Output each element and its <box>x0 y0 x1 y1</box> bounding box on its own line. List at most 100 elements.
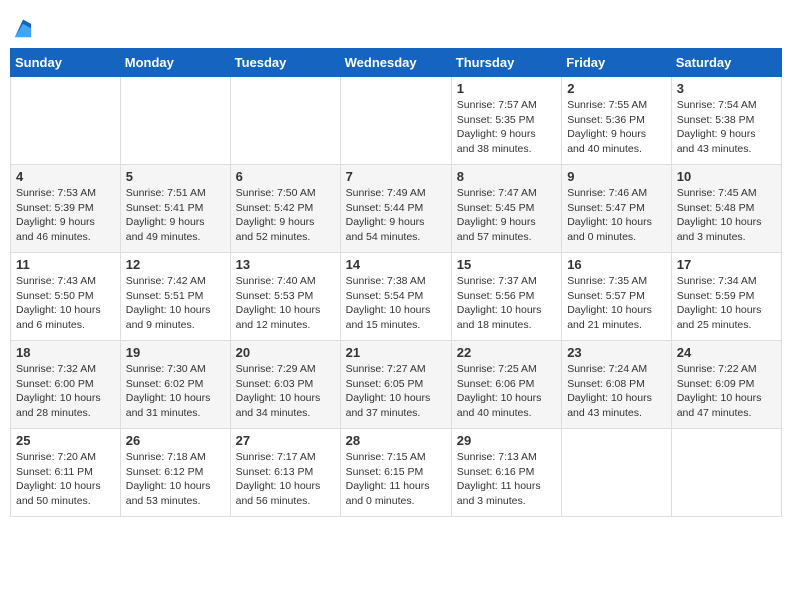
day-cell <box>671 429 781 517</box>
day-number: 26 <box>126 433 225 448</box>
day-info: Sunrise: 7:27 AM Sunset: 6:05 PM Dayligh… <box>346 362 446 421</box>
day-cell <box>340 77 451 165</box>
day-number: 24 <box>677 345 776 360</box>
week-row-2: 4 Sunrise: 7:53 AM Sunset: 5:39 PM Daylig… <box>11 165 782 253</box>
day-cell: 14 Sunrise: 7:38 AM Sunset: 5:54 PM Dayli… <box>340 253 451 341</box>
day-cell: 2 Sunrise: 7:55 AM Sunset: 5:36 PM Daylig… <box>562 77 672 165</box>
week-row-3: 11 Sunrise: 7:43 AM Sunset: 5:50 PM Dayli… <box>11 253 782 341</box>
day-cell: 5 Sunrise: 7:51 AM Sunset: 5:41 PM Daylig… <box>120 165 230 253</box>
day-cell <box>230 77 340 165</box>
day-number: 23 <box>567 345 666 360</box>
day-number: 14 <box>346 257 446 272</box>
header-cell-saturday: Saturday <box>671 49 781 77</box>
day-cell: 8 Sunrise: 7:47 AM Sunset: 5:45 PM Daylig… <box>451 165 561 253</box>
day-info: Sunrise: 7:13 AM Sunset: 6:16 PM Dayligh… <box>457 450 556 509</box>
day-cell: 29Sunrise: 7:13 AM Sunset: 6:16 PM Dayli… <box>451 429 561 517</box>
day-info: Sunrise: 7:47 AM Sunset: 5:45 PM Dayligh… <box>457 186 556 245</box>
day-info: Sunrise: 7:57 AM Sunset: 5:35 PM Dayligh… <box>457 98 556 157</box>
day-number: 2 <box>567 81 666 96</box>
day-cell <box>120 77 230 165</box>
header-row: SundayMondayTuesdayWednesdayThursdayFrid… <box>11 49 782 77</box>
day-info: Sunrise: 7:42 AM Sunset: 5:51 PM Dayligh… <box>126 274 225 333</box>
day-number: 27 <box>236 433 335 448</box>
day-number: 16 <box>567 257 666 272</box>
day-number: 6 <box>236 169 335 184</box>
day-cell: 21 Sunrise: 7:27 AM Sunset: 6:05 PM Dayli… <box>340 341 451 429</box>
day-number: 10 <box>677 169 776 184</box>
day-number: 7 <box>346 169 446 184</box>
day-cell: 17Sunrise: 7:34 AM Sunset: 5:59 PM Dayli… <box>671 253 781 341</box>
day-number: 1 <box>457 81 556 96</box>
day-number: 28 <box>346 433 446 448</box>
day-cell: 16 Sunrise: 7:35 AM Sunset: 5:57 PM Dayli… <box>562 253 672 341</box>
day-info: Sunrise: 7:53 AM Sunset: 5:39 PM Dayligh… <box>16 186 115 245</box>
day-cell: 20 Sunrise: 7:29 AM Sunset: 6:03 PM Dayli… <box>230 341 340 429</box>
header-cell-wednesday: Wednesday <box>340 49 451 77</box>
day-number: 15 <box>457 257 556 272</box>
day-cell: 27 Sunrise: 7:17 AM Sunset: 6:13 PM Dayli… <box>230 429 340 517</box>
day-cell: 9Sunrise: 7:46 AM Sunset: 5:47 PM Daylig… <box>562 165 672 253</box>
day-info: Sunrise: 7:35 AM Sunset: 5:57 PM Dayligh… <box>567 274 666 333</box>
logo <box>10 18 34 40</box>
day-number: 21 <box>346 345 446 360</box>
day-cell: 25 Sunrise: 7:20 AM Sunset: 6:11 PM Dayli… <box>11 429 121 517</box>
day-cell: 4 Sunrise: 7:53 AM Sunset: 5:39 PM Daylig… <box>11 165 121 253</box>
day-number: 4 <box>16 169 115 184</box>
header-cell-thursday: Thursday <box>451 49 561 77</box>
day-info: Sunrise: 7:54 AM Sunset: 5:38 PM Dayligh… <box>677 98 776 157</box>
day-cell: 26Sunrise: 7:18 AM Sunset: 6:12 PM Dayli… <box>120 429 230 517</box>
day-info: Sunrise: 7:38 AM Sunset: 5:54 PM Dayligh… <box>346 274 446 333</box>
day-info: Sunrise: 7:55 AM Sunset: 5:36 PM Dayligh… <box>567 98 666 157</box>
day-number: 19 <box>126 345 225 360</box>
day-info: Sunrise: 7:45 AM Sunset: 5:48 PM Dayligh… <box>677 186 776 245</box>
week-row-5: 25 Sunrise: 7:20 AM Sunset: 6:11 PM Dayli… <box>11 429 782 517</box>
day-number: 18 <box>16 345 115 360</box>
day-cell: 28Sunrise: 7:15 AM Sunset: 6:15 PM Dayli… <box>340 429 451 517</box>
day-number: 17 <box>677 257 776 272</box>
day-cell: 19Sunrise: 7:30 AM Sunset: 6:02 PM Dayli… <box>120 341 230 429</box>
day-number: 3 <box>677 81 776 96</box>
day-cell: 6 Sunrise: 7:50 AM Sunset: 5:42 PM Daylig… <box>230 165 340 253</box>
day-number: 8 <box>457 169 556 184</box>
logo-icon <box>12 18 34 40</box>
day-info: Sunrise: 7:37 AM Sunset: 5:56 PM Dayligh… <box>457 274 556 333</box>
calendar-table: SundayMondayTuesdayWednesdayThursdayFrid… <box>10 48 782 517</box>
day-number: 25 <box>16 433 115 448</box>
day-cell: 23Sunrise: 7:24 AM Sunset: 6:08 PM Dayli… <box>562 341 672 429</box>
day-cell: 12 Sunrise: 7:42 AM Sunset: 5:51 PM Dayli… <box>120 253 230 341</box>
day-info: Sunrise: 7:29 AM Sunset: 6:03 PM Dayligh… <box>236 362 335 421</box>
day-number: 12 <box>126 257 225 272</box>
day-number: 5 <box>126 169 225 184</box>
day-cell: 1 Sunrise: 7:57 AM Sunset: 5:35 PM Daylig… <box>451 77 561 165</box>
header-cell-friday: Friday <box>562 49 672 77</box>
day-cell: 10 Sunrise: 7:45 AM Sunset: 5:48 PM Dayli… <box>671 165 781 253</box>
header-cell-tuesday: Tuesday <box>230 49 340 77</box>
day-number: 11 <box>16 257 115 272</box>
day-info: Sunrise: 7:40 AM Sunset: 5:53 PM Dayligh… <box>236 274 335 333</box>
day-info: Sunrise: 7:20 AM Sunset: 6:11 PM Dayligh… <box>16 450 115 509</box>
day-cell: 24 Sunrise: 7:22 AM Sunset: 6:09 PM Dayli… <box>671 341 781 429</box>
day-info: Sunrise: 7:17 AM Sunset: 6:13 PM Dayligh… <box>236 450 335 509</box>
day-info: Sunrise: 7:43 AM Sunset: 5:50 PM Dayligh… <box>16 274 115 333</box>
header-cell-sunday: Sunday <box>11 49 121 77</box>
day-number: 20 <box>236 345 335 360</box>
day-cell: 18 Sunrise: 7:32 AM Sunset: 6:00 PM Dayli… <box>11 341 121 429</box>
day-cell: 7 Sunrise: 7:49 AM Sunset: 5:44 PM Daylig… <box>340 165 451 253</box>
day-info: Sunrise: 7:32 AM Sunset: 6:00 PM Dayligh… <box>16 362 115 421</box>
day-info: Sunrise: 7:22 AM Sunset: 6:09 PM Dayligh… <box>677 362 776 421</box>
day-cell: 13 Sunrise: 7:40 AM Sunset: 5:53 PM Dayli… <box>230 253 340 341</box>
day-info: Sunrise: 7:49 AM Sunset: 5:44 PM Dayligh… <box>346 186 446 245</box>
page-header <box>10 10 782 40</box>
day-cell <box>11 77 121 165</box>
day-cell: 22Sunrise: 7:25 AM Sunset: 6:06 PM Dayli… <box>451 341 561 429</box>
day-cell: 11 Sunrise: 7:43 AM Sunset: 5:50 PM Dayli… <box>11 253 121 341</box>
week-row-4: 18 Sunrise: 7:32 AM Sunset: 6:00 PM Dayli… <box>11 341 782 429</box>
day-info: Sunrise: 7:50 AM Sunset: 5:42 PM Dayligh… <box>236 186 335 245</box>
header-cell-monday: Monday <box>120 49 230 77</box>
day-cell: 15 Sunrise: 7:37 AM Sunset: 5:56 PM Dayli… <box>451 253 561 341</box>
day-info: Sunrise: 7:25 AM Sunset: 6:06 PM Dayligh… <box>457 362 556 421</box>
day-cell <box>562 429 672 517</box>
day-info: Sunrise: 7:46 AM Sunset: 5:47 PM Dayligh… <box>567 186 666 245</box>
day-number: 13 <box>236 257 335 272</box>
day-info: Sunrise: 7:51 AM Sunset: 5:41 PM Dayligh… <box>126 186 225 245</box>
